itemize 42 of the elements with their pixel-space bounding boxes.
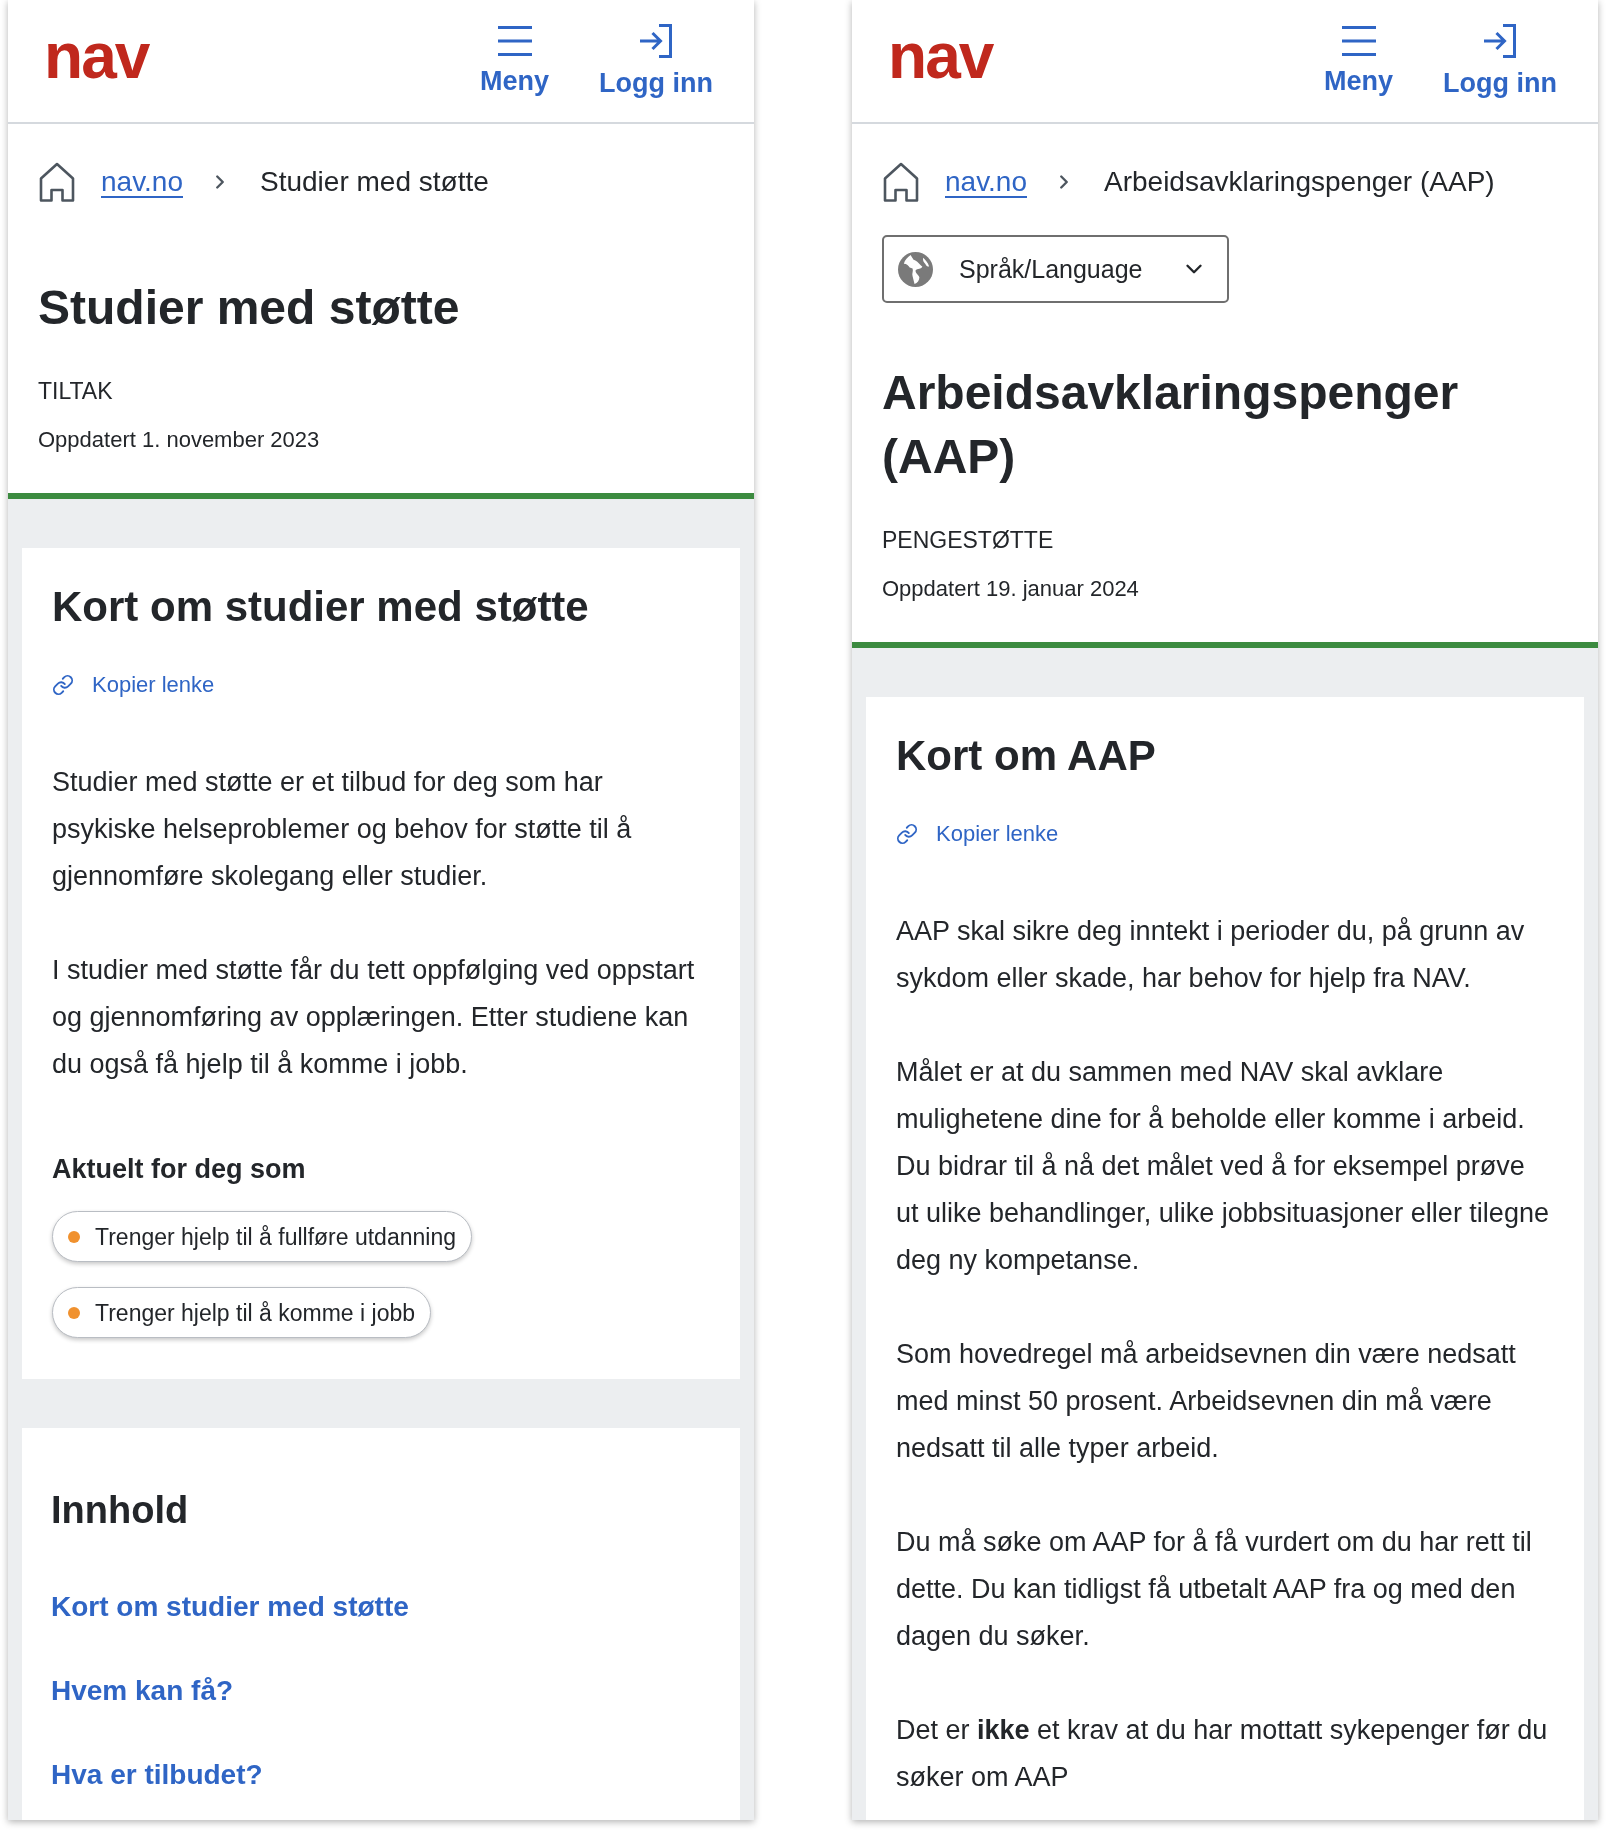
copy-link-button[interactable]: Kopier lenke <box>52 673 215 697</box>
breadcrumb-current: Studier med støtte <box>260 165 489 199</box>
body-paragraph: Studier med støtte er et tilbud for deg som har psykiske helseproblemer og behov for støtte til å gjennomføre skolegang eller studier. <box>52 766 633 893</box>
page-title: Studier med støtte <box>38 280 460 336</box>
section-heading: Kort om AAP <box>896 731 1156 781</box>
login-button[interactable]: Logg inn <box>1443 24 1557 98</box>
body-paragraph: Målet er at du sammen med NAV skal avklare mulighetene dine for å beholde eller komme i arbeid. Du bidrar til å nå det målet ved å for eksempel prøve ut ulike behandlinger, ulike jobbsituasjoner eller tilegne deg ny kompetanse. <box>896 1056 1550 1277</box>
login-icon <box>639 24 673 58</box>
link-icon <box>52 674 74 696</box>
breadcrumb-link[interactable]: nav.no <box>101 165 183 199</box>
category-label: TILTAK <box>38 377 113 405</box>
contents-link[interactable]: Hvem kan få? <box>51 1674 234 1708</box>
contents-link[interactable]: Kort om studier med støtte <box>51 1590 409 1624</box>
breadcrumb-link[interactable]: nav.no <box>945 165 1027 199</box>
body-paragraph: I studier med støtte får du tett oppfølging ved oppstart og gjennomføring av opplæringen. Etter studiene kan du også få hjelp til å komme i jobb. <box>52 954 696 1081</box>
menu-button[interactable]: Meny <box>480 26 550 96</box>
login-icon <box>1483 24 1517 58</box>
tag-label: Trenger hjelp til å fullføre utdanning <box>95 1222 456 1251</box>
link-icon <box>896 823 918 845</box>
copy-link-button[interactable]: Kopier lenke <box>896 822 1059 846</box>
tag-label: Trenger hjelp til å komme i jobb <box>95 1298 415 1327</box>
breadcrumb-current: Arbeidsavklaringspenger (AAP) <box>1104 165 1495 199</box>
page-title: Arbeidsavklaringspenger (AAP) <box>882 365 1460 485</box>
body-paragraph: Du må søke om AAP for å få vurdert om du har rett til dette. Du kan tidligst få utbetalt AAP fra og med den dagen du søker. <box>896 1526 1533 1653</box>
menu-button[interactable]: Meny <box>1324 26 1394 96</box>
body-paragraph: AAP skal sikre deg inntekt i perioder du, på grunn av sykdom eller skade, har behov for hjelp fra NAV. <box>896 915 1526 995</box>
login-button[interactable]: Logg inn <box>599 24 713 98</box>
updated-date: Oppdatert 19. januar 2024 <box>882 575 1139 603</box>
home-icon[interactable] <box>883 162 919 202</box>
body-paragraph: Det er ikke et krav at du har mottatt sykepenger før du søker om AAP <box>896 1714 1549 1794</box>
body-paragraph: Som hovedregel må arbeidsevnen din være nedsatt med minst 50 prosent. Arbeidsevnen din må være nedsatt til alle typer arbeid. <box>896 1338 1517 1465</box>
tags-heading: Aktuelt for deg som <box>52 1153 306 1185</box>
globe-icon <box>898 251 933 287</box>
language-select[interactable]: Språk/Language <box>882 235 1229 303</box>
contents-heading: Innhold <box>51 1488 189 1533</box>
section-heading: Kort om studier med støtte <box>52 582 589 632</box>
menu-icon <box>496 26 533 56</box>
menu-icon <box>1340 26 1377 56</box>
updated-date: Oppdatert 1. november 2023 <box>38 426 320 454</box>
home-icon[interactable] <box>39 162 75 202</box>
contents-link[interactable]: Hva er tilbudet? <box>51 1758 263 1792</box>
category-label: PENGESTØTTE <box>882 526 1054 554</box>
